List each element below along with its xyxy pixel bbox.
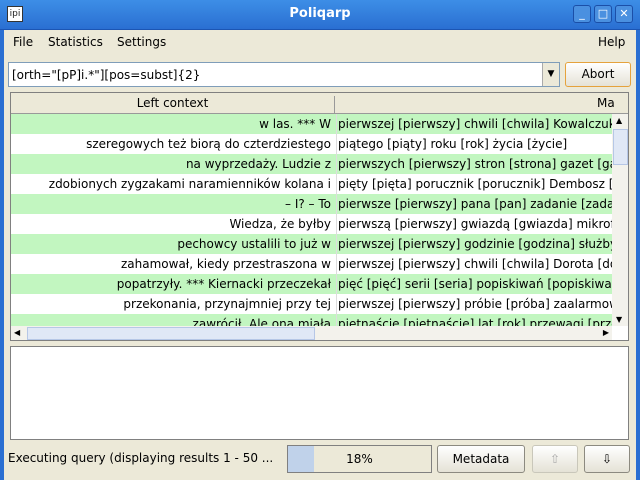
match-cell: pierwszej [pierwszy] chwili [chwila] Dor… <box>336 254 612 274</box>
match-text: pierwszej [pierwszy] chwili [chwila] Kow… <box>338 117 612 131</box>
left-context-text: zdobionych zygzakami naramienników kolan… <box>48 177 331 191</box>
left-context-cell: na wyprzedaży. Ludzie z <box>11 154 335 174</box>
match-cell: piętnaście [piętnaście] lat [rok] przewa… <box>336 314 612 326</box>
horizontal-scroll-thumb[interactable] <box>27 327 315 340</box>
match-cell: pierwszych [pierwszy] stron [strona] gaz… <box>336 154 612 174</box>
table-row[interactable]: – I? – To pierwsze [pierwszy] pana [pan] … <box>11 194 612 214</box>
detail-pane[interactable] <box>10 346 629 440</box>
table-row[interactable]: przekonania, przynajmniej przy tej pierws… <box>11 294 612 314</box>
vertical-scroll-thumb[interactable] <box>613 129 628 165</box>
match-cell: pięć [pięć] serii [seria] popiskiwań [po… <box>336 274 612 294</box>
scroll-right-icon[interactable]: ▶ <box>603 328 609 337</box>
arrow-up-icon: ⇧ <box>549 452 561 466</box>
match-text: pierwszej [pierwszy] próbie [próba] zaal… <box>338 297 612 311</box>
close-icon[interactable]: ✕ <box>615 5 633 23</box>
left-context-cell: w las. *** W <box>11 114 335 134</box>
table-row[interactable]: zahamował, kiedy przestraszona w pierwsze… <box>11 254 612 274</box>
left-context-cell: popatrzyły. *** Kiernacki przeczekał <box>11 274 335 294</box>
scroll-down-icon[interactable]: ▼ <box>616 315 622 324</box>
progress-bar: 18% <box>287 445 432 473</box>
match-text: piętnaście [piętnaście] lat [rok] przewa… <box>338 317 612 326</box>
match-cell: pierwszej [pierwszy] godzinie [godzina] … <box>336 234 612 254</box>
left-context-text: przekonania, przynajmniej przy tej <box>123 297 331 311</box>
left-context-text: szeregowych też biorą do czterdziestego <box>86 137 331 151</box>
match-text: pierwszą [pierwszy] gwiazdą [gwiazda] mi… <box>338 217 612 231</box>
menu-bar: File Statistics Settings Help <box>4 30 636 56</box>
match-cell: piątego [piąty] roku [rok] życia [życie] <box>336 134 612 154</box>
window-title: Poliqarp <box>289 6 351 21</box>
table-row[interactable]: Wiedza, że byłby pierwszą [pierwszy] gwia… <box>11 214 612 234</box>
menu-settings[interactable]: Settings <box>117 35 166 49</box>
left-context-text: pechowcy ustalili to już w <box>177 237 331 251</box>
arrow-down-icon: ⇩ <box>601 452 613 466</box>
left-context-text: w las. *** W <box>259 117 331 131</box>
left-context-cell: zdobionych zygzakami naramienników kolan… <box>11 174 335 194</box>
match-cell: pierwszej [pierwszy] próbie [próba] zaal… <box>336 294 612 314</box>
match-cell: pierwszej [pierwszy] chwili [chwila] Kow… <box>336 114 612 134</box>
query-input[interactable]: [orth="[pP]i.*"][pos=subst]{2} ▼ <box>8 62 560 87</box>
column-header-left-context[interactable]: Left context <box>11 96 335 113</box>
table-row[interactable]: pechowcy ustalili to już w pierwszej [pie… <box>11 234 612 254</box>
left-context-text: – I? – To <box>285 197 331 211</box>
match-cell: pięty [pięta] porucznik [porucznik] Demb… <box>336 174 612 194</box>
menu-file[interactable]: File <box>13 35 33 49</box>
minimize-icon[interactable]: _ <box>573 5 591 23</box>
left-context-cell: zawrócił. Ale ona miała <box>11 314 335 326</box>
previous-page-button[interactable]: ⇧ <box>532 445 578 473</box>
horizontal-scrollbar[interactable]: ◀ ▶ <box>11 326 612 340</box>
table-row[interactable]: szeregowych też biorą do czterdziestego p… <box>11 134 612 154</box>
match-cell: pierwszą [pierwszy] gwiazdą [gwiazda] mi… <box>336 214 612 234</box>
table-row[interactable]: zdobionych zygzakami naramienników kolan… <box>11 174 612 194</box>
vertical-scrollbar[interactable]: ▲ ▼ <box>612 114 628 326</box>
table-row[interactable]: w las. *** W pierwszej [pierwszy] chwili … <box>11 114 612 134</box>
match-text: pięty [pięta] porucznik [porucznik] Demb… <box>338 177 612 191</box>
match-text: pierwszej [pierwszy] godzinie [godzina] … <box>338 237 612 251</box>
abort-button[interactable]: Abort <box>565 62 631 87</box>
left-context-text: Wiedza, że byłby <box>229 217 331 231</box>
results-table: Left context Ma w las. *** W pierwszej [p… <box>10 92 629 341</box>
column-header-match[interactable]: Ma <box>597 96 615 110</box>
match-text: pierwsze [pierwszy] pana [pan] zadanie [… <box>338 197 612 211</box>
window-frame-right <box>636 30 640 480</box>
match-text: pierwszej [pierwszy] chwili [chwila] Dor… <box>338 257 612 271</box>
status-text: Executing query (displaying results 1 - … <box>8 451 274 465</box>
menu-statistics[interactable]: Statistics <box>48 35 103 49</box>
table-row[interactable]: na wyprzedaży. Ludzie z pierwszych [pierw… <box>11 154 612 174</box>
table-header: Left context Ma <box>11 93 628 114</box>
scroll-left-icon[interactable]: ◀ <box>14 328 20 337</box>
next-page-button[interactable]: ⇩ <box>584 445 630 473</box>
progress-label: 18% <box>346 452 373 466</box>
chevron-down-icon[interactable]: ▼ <box>542 63 559 86</box>
maximize-icon[interactable]: □ <box>594 5 612 23</box>
left-context-cell: pechowcy ustalili to już w <box>11 234 335 254</box>
match-text: pierwszych [pierwszy] stron [strona] gaz… <box>338 157 612 171</box>
left-context-cell: Wiedza, że byłby <box>11 214 335 234</box>
match-cell: pierwsze [pierwszy] pana [pan] zadanie [… <box>336 194 612 214</box>
match-text: piątego [piąty] roku [rok] życia [życie] <box>338 137 568 151</box>
left-context-cell: przekonania, przynajmniej przy tej <box>11 294 335 314</box>
scroll-up-icon[interactable]: ▲ <box>616 116 622 125</box>
left-context-text: popatrzyły. *** Kiernacki przeczekał <box>116 277 331 291</box>
left-context-text: zawrócił. Ale ona miała <box>192 317 331 326</box>
table-body: w las. *** W pierwszej [pierwszy] chwili … <box>11 114 612 326</box>
left-context-cell: szeregowych też biorą do czterdziestego <box>11 134 335 154</box>
window-frame-left <box>0 30 4 480</box>
left-context-text: zahamował, kiedy przestraszona w <box>120 257 331 271</box>
table-row[interactable]: popatrzyły. *** Kiernacki przeczekał pięć… <box>11 274 612 294</box>
table-row[interactable]: zawrócił. Ale ona miała piętnaście [piętn… <box>11 314 612 326</box>
left-context-cell: – I? – To <box>11 194 335 214</box>
left-context-text: na wyprzedaży. Ludzie z <box>185 157 331 171</box>
left-context-cell: zahamował, kiedy przestraszona w <box>11 254 335 274</box>
query-text[interactable]: [orth="[pP]i.*"][pos=subst]{2} <box>12 68 200 82</box>
match-text: pięć [pięć] serii [seria] popiskiwań [po… <box>338 277 612 291</box>
metadata-button[interactable]: Metadata <box>437 445 525 473</box>
menu-help[interactable]: Help <box>598 35 625 49</box>
title-bar: ipi Poliqarp _ □ ✕ <box>0 0 640 30</box>
